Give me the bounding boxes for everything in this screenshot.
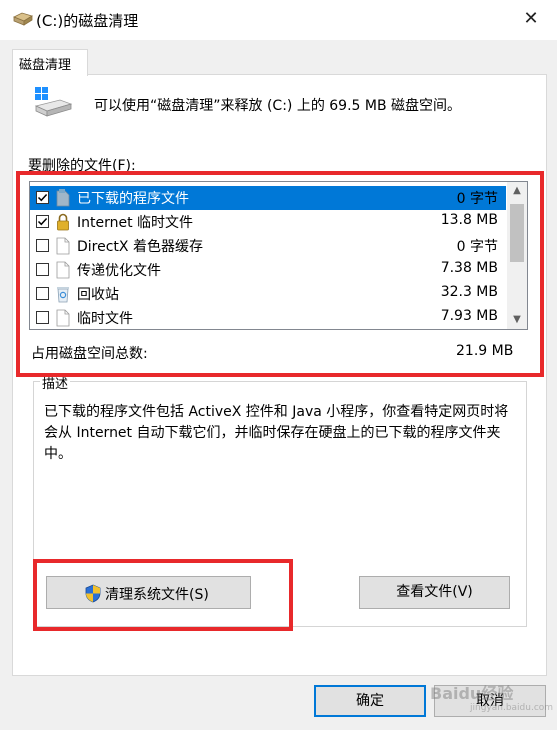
- file-size: 7.93 MB: [440, 308, 498, 324]
- watermark: Baidu经验: [430, 684, 514, 703]
- checkbox[interactable]: [36, 311, 49, 324]
- file-icon: [56, 261, 70, 279]
- disk-cleanup-app-icon: [13, 12, 33, 26]
- scrollbar[interactable]: ▲ ▼: [507, 182, 527, 329]
- clean-system-files-button[interactable]: 清理系统文件(S): [46, 576, 251, 609]
- file-icon: [56, 237, 70, 255]
- list-item[interactable]: 回收站 32.3 MB: [30, 282, 506, 306]
- checkbox[interactable]: [36, 263, 49, 276]
- file-size: 0 字节: [456, 191, 498, 207]
- files-list[interactable]: 已下载的程序文件 0 字节 Internet 临时文件 13.8 MB Dire…: [29, 181, 528, 330]
- close-icon[interactable]: ✕: [513, 2, 549, 36]
- folder-icon: [56, 189, 70, 207]
- file-name: DirectX 着色器缓存: [77, 239, 203, 255]
- watermark-url: jingyan.baidu.com: [470, 703, 554, 713]
- file-name: 临时文件: [77, 311, 133, 327]
- scroll-up-icon[interactable]: ▲: [507, 182, 527, 200]
- description-text: 已下载的程序文件包括 ActiveX 控件和 Java 小程序，你查看特定网页时…: [44, 404, 509, 462]
- scroll-thumb[interactable]: [510, 204, 524, 262]
- recycle-bin-icon: [57, 287, 69, 303]
- checkbox[interactable]: [36, 239, 49, 252]
- total-space-label: 占用磁盘空间总数:: [31, 346, 148, 362]
- list-item[interactable]: 传递优化文件 7.38 MB: [30, 258, 506, 282]
- file-name: 回收站: [77, 287, 119, 303]
- scroll-down-icon[interactable]: ▼: [507, 311, 527, 329]
- file-name: 传递优化文件: [77, 263, 161, 279]
- file-name: Internet 临时文件: [77, 215, 194, 231]
- file-size: 32.3 MB: [440, 284, 498, 300]
- description-label: 描述: [40, 373, 71, 392]
- ok-button[interactable]: 确定: [314, 685, 426, 717]
- list-item[interactable]: 已下载的程序文件 0 字节: [30, 186, 506, 210]
- total-space-value: 21.9 MB: [456, 343, 514, 359]
- title-bar: (C:)的磁盘清理 ✕: [0, 0, 557, 40]
- checkbox[interactable]: [36, 191, 49, 204]
- uac-shield-icon: [85, 584, 101, 603]
- file-size: 0 字节: [456, 239, 498, 255]
- list-item[interactable]: DirectX 着色器缓存 0 字节: [30, 234, 506, 258]
- info-text: 可以使用“磁盘清理”来释放 (C:) 上的 69.5 MB 磁盘空间。: [94, 98, 462, 114]
- tab-label: 磁盘清理: [19, 58, 72, 73]
- list-item[interactable]: Internet 临时文件 13.8 MB: [30, 210, 506, 234]
- list-item[interactable]: 临时文件 7.93 MB: [30, 306, 506, 329]
- file-size: 7.38 MB: [440, 260, 498, 276]
- file-icon: [56, 309, 70, 327]
- drive-icon: [34, 87, 72, 117]
- checkbox[interactable]: [36, 215, 49, 228]
- checkbox[interactable]: [36, 287, 49, 300]
- view-files-button[interactable]: 查看文件(V): [359, 576, 510, 609]
- file-name: 已下载的程序文件: [77, 191, 189, 207]
- file-size: 13.8 MB: [440, 212, 498, 228]
- lock-icon: [57, 213, 69, 231]
- clean-system-files-label: 清理系统文件(S): [105, 587, 209, 603]
- tab-disk-cleanup[interactable]: 磁盘清理: [12, 49, 88, 76]
- window-title: (C:)的磁盘清理: [36, 12, 139, 30]
- files-to-delete-label: 要删除的文件(F):: [28, 158, 136, 174]
